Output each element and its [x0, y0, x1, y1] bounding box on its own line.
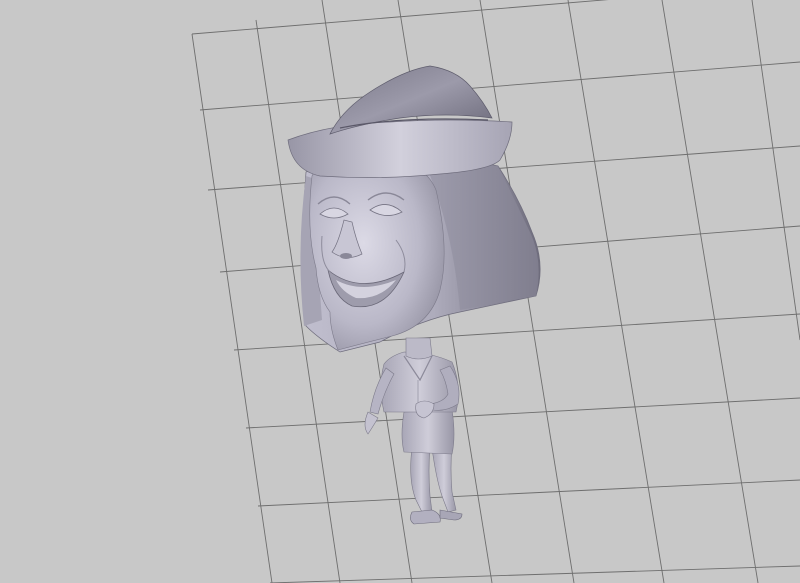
legs [410, 445, 463, 525]
grid-line [199, 61, 800, 111]
grid-line [245, 397, 800, 429]
character-model[interactable] [287, 65, 541, 525]
grid-line [257, 479, 800, 507]
grid-line [661, 0, 759, 583]
hat-brim [287, 119, 513, 178]
grid-line [751, 0, 800, 341]
grid-line [191, 0, 609, 35]
neck [405, 337, 433, 360]
grid-line [191, 33, 273, 583]
grid-line [269, 565, 800, 583]
grid-line [567, 0, 665, 583]
3d-viewport[interactable] [0, 0, 800, 583]
viewport-canvas[interactable] [0, 0, 800, 583]
